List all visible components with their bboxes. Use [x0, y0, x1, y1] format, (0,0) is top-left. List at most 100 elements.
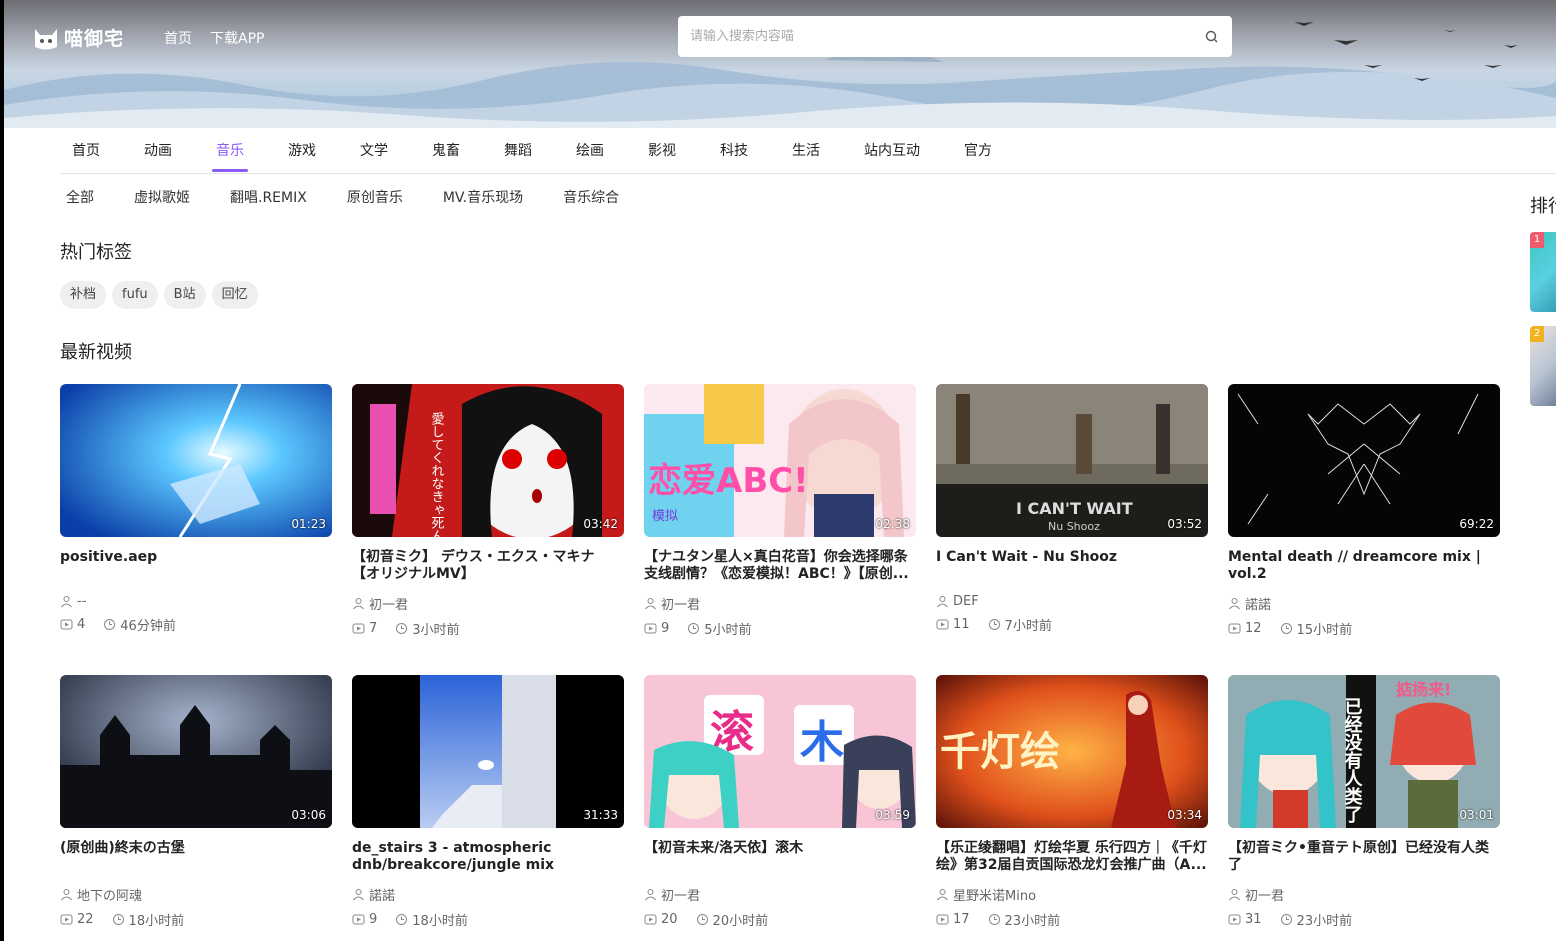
play-count: 22	[77, 912, 94, 927]
thumbnail-image: 愛してくれなきゃ死んじゃうよ?	[352, 384, 624, 537]
user-icon	[937, 596, 948, 608]
video-title[interactable]: 【ナユタン星人×真白花音】你会选择哪条支线剧情？《恋爱模拟！ABC！》【原创..…	[644, 549, 916, 583]
video-thumbnail[interactable]: 恋爱ABC! 模拟 02:38	[644, 384, 916, 537]
tab-official[interactable]: 官方	[952, 128, 1004, 173]
video-card[interactable]: 恋爱ABC! 模拟 02:38 【ナユタン星人×真白花音】你会选择哪条支线剧情？…	[644, 384, 916, 638]
site-logo[interactable]: 喵御宅	[32, 24, 124, 51]
clock-icon	[104, 619, 116, 630]
tab-tech[interactable]: 科技	[708, 128, 760, 173]
tag-chip[interactable]: 补档	[60, 281, 107, 309]
author-name[interactable]: 諾諾	[369, 885, 395, 904]
subtab-original[interactable]: 原创音乐	[347, 184, 403, 212]
tag-chip[interactable]: fufu	[112, 281, 158, 309]
author-name[interactable]: 星野米诺Mino	[953, 885, 1036, 904]
tab-interaction[interactable]: 站内互动	[852, 128, 932, 173]
video-stats: 7 3小时前	[352, 619, 624, 638]
clock-icon	[112, 914, 124, 925]
video-card[interactable]: 01:23 positive.aep -- 4 46分钟前	[60, 384, 332, 634]
tab-dance[interactable]: 舞蹈	[492, 128, 544, 173]
tag-chip[interactable]: B站	[163, 281, 206, 309]
video-thumbnail[interactable]: 滚 木 03:59	[644, 675, 916, 828]
author-name[interactable]: 諾諾	[1245, 594, 1271, 613]
author-name[interactable]: --	[77, 594, 86, 609]
tab-kichiku[interactable]: 鬼畜	[420, 128, 472, 173]
video-title[interactable]: (原创曲)終末の古堡	[60, 840, 332, 874]
tab-animation[interactable]: 动画	[132, 128, 184, 173]
video-card[interactable]: 千灯绘 03:34 【乐正绫翻唱】灯绘华夏 乐行四方｜《千灯绘》第32届自贡国际…	[936, 675, 1208, 929]
video-card[interactable]: 已经没有人类了 掂扬来! 03:01 【初音ミク•重音テト原创】已经没有人类了 …	[1228, 675, 1500, 929]
video-author: 諾諾	[1228, 594, 1500, 613]
search-input[interactable]	[690, 29, 1204, 44]
user-icon	[353, 598, 364, 610]
video-thumbnail[interactable]: 03:06	[60, 675, 332, 828]
video-thumbnail[interactable]: I CAN'T WAIT Nu Shooz 03:52	[936, 384, 1208, 537]
video-duration: 03:34	[1167, 808, 1202, 822]
thumb-caption: 愛してくれなきゃ死んじゃうよ?	[429, 412, 445, 537]
video-stats: 12 15小时前	[1228, 619, 1500, 638]
tab-music[interactable]: 音乐	[204, 128, 256, 173]
video-thumbnail[interactable]: 01:23	[60, 384, 332, 537]
author-name[interactable]: 初一君	[369, 594, 408, 613]
author-name[interactable]: 初一君	[661, 594, 700, 613]
subtab-cover-remix[interactable]: 翻唱.REMIX	[230, 184, 307, 212]
video-title[interactable]: de_stairs 3 - atmospheric dnb/breakcore/…	[352, 840, 624, 874]
user-icon	[353, 889, 364, 901]
video-thumbnail[interactable]: 69:22	[1228, 384, 1500, 537]
author-name[interactable]: 初一君	[1245, 885, 1284, 904]
video-card[interactable]: I CAN'T WAIT Nu Shooz 03:52 I Can't Wait…	[936, 384, 1208, 634]
video-title[interactable]: 【初音ミク•重音テト原创】已经没有人类了	[1228, 840, 1500, 874]
clock-icon	[988, 914, 1000, 925]
subtab-music-misc[interactable]: 音乐综合	[563, 184, 619, 212]
author-name[interactable]: 地下の阿魂	[77, 885, 142, 904]
video-stats: 9 18小时前	[352, 910, 624, 929]
thumb-caption: 木	[800, 717, 844, 768]
video-author: 地下の阿魂	[60, 885, 332, 904]
video-card[interactable]: 滚 木 03:59 【初音未来/洛天依】滚木 初一君 20 20小时前	[644, 675, 916, 929]
video-title[interactable]: positive.aep	[60, 549, 332, 583]
video-author: 初一君	[352, 594, 624, 613]
video-title[interactable]: Mental death // dreamcore mix | vol.2	[1228, 549, 1500, 583]
video-author: 初一君	[1228, 885, 1500, 904]
play-count-icon	[1228, 623, 1241, 634]
author-name[interactable]: 初一君	[661, 885, 700, 904]
top-nav-download-app[interactable]: 下载APP	[210, 28, 264, 48]
search-icon[interactable]	[1204, 29, 1220, 45]
subtab-all[interactable]: 全部	[66, 184, 94, 212]
video-thumbnail[interactable]: 千灯绘 03:34	[936, 675, 1208, 828]
video-thumbnail[interactable]: 31:33	[352, 675, 624, 828]
video-card[interactable]: 03:06 (原创曲)終末の古堡 地下の阿魂 22 18小时前	[60, 675, 332, 929]
video-duration: 03:52	[1167, 517, 1202, 531]
tag-chip[interactable]: 回忆	[211, 281, 258, 309]
rank-thumb-2[interactable]: 2	[1530, 326, 1556, 406]
video-title[interactable]: 【初音未来/洛天依】滚木	[644, 840, 916, 874]
subtab-vocaloid[interactable]: 虚拟歌姬	[134, 184, 190, 212]
video-card[interactable]: 69:22 Mental death // dreamcore mix | vo…	[1228, 384, 1500, 638]
subtab-mv-live[interactable]: MV.音乐现场	[443, 184, 523, 212]
clock-icon	[988, 619, 1000, 630]
category-nav: 首页 动画 音乐 游戏 文学 鬼畜 舞蹈 绘画 影视 科技 生活 站内互动 官方	[60, 128, 1556, 174]
cat-logo-icon	[35, 28, 57, 49]
video-thumbnail[interactable]: 已经没有人类了 掂扬来! 03:01	[1228, 675, 1500, 828]
rank-thumb-1[interactable]: 1	[1530, 232, 1556, 312]
upload-time: 18小时前	[128, 914, 185, 929]
video-card[interactable]: 愛してくれなきゃ死んじゃうよ? 03:42 【初音ミク】 デウス・エクス・マキナ…	[352, 384, 624, 638]
upload-time: 46分钟前	[120, 619, 176, 634]
video-thumbnail[interactable]: 愛してくれなきゃ死んじゃうよ? 03:42	[352, 384, 624, 537]
video-title[interactable]: 【乐正绫翻唱】灯绘华夏 乐行四方｜《千灯绘》第32届自贡国际恐龙灯会推广曲（A.…	[936, 840, 1208, 874]
tab-home[interactable]: 首页	[60, 128, 112, 173]
clock-icon	[396, 623, 408, 634]
tab-film[interactable]: 影视	[636, 128, 688, 173]
tab-game[interactable]: 游戏	[276, 128, 328, 173]
top-nav-home[interactable]: 首页	[164, 28, 192, 48]
user-icon	[937, 889, 948, 901]
video-title[interactable]: 【初音ミク】 デウス・エクス・マキナ 【オリジナルMV】	[352, 549, 624, 583]
tab-literature[interactable]: 文学	[348, 128, 400, 173]
video-card[interactable]: 31:33 de_stairs 3 - atmospheric dnb/brea…	[352, 675, 624, 929]
author-name[interactable]: DEF	[953, 594, 979, 609]
video-author: 初一君	[644, 885, 916, 904]
tab-life[interactable]: 生活	[780, 128, 832, 173]
tab-painting[interactable]: 绘画	[564, 128, 616, 173]
video-title[interactable]: I Can't Wait - Nu Shooz	[936, 549, 1208, 583]
video-stats: 4 46分钟前	[60, 615, 332, 634]
upload-time: 23小时前	[1296, 914, 1353, 929]
